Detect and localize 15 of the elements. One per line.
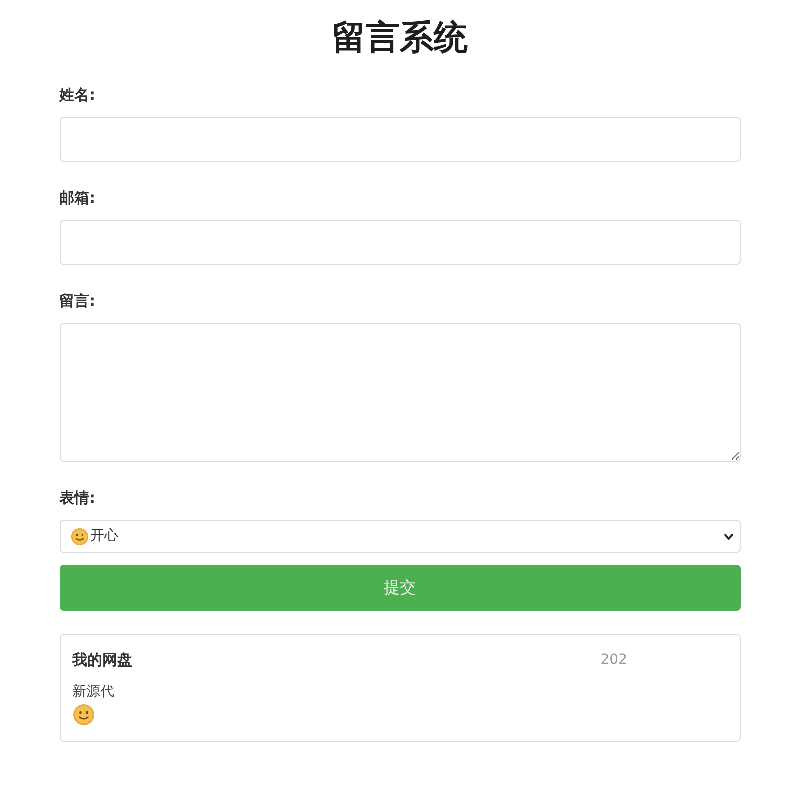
mood-dropdown[interactable]: 开心 [60,520,740,553]
text-input-field[interactable] [60,220,740,265]
message-textarea[interactable] [60,323,740,462]
field-label: 邮箱: [60,188,96,209]
smiley-icon [70,528,88,546]
smiley-icon [72,704,94,726]
field-label: 表情: [60,488,96,509]
message-author: 我的网盘 [72,650,132,671]
caret-icon [724,532,734,540]
field-label: 留言: [60,291,96,312]
message-time: 202 [600,650,628,670]
message-text: 新源代 [72,683,116,702]
text-input-field[interactable] [60,117,740,162]
page-title: 留言系统 [331,18,469,59]
field-label: 姓名: [60,85,96,106]
